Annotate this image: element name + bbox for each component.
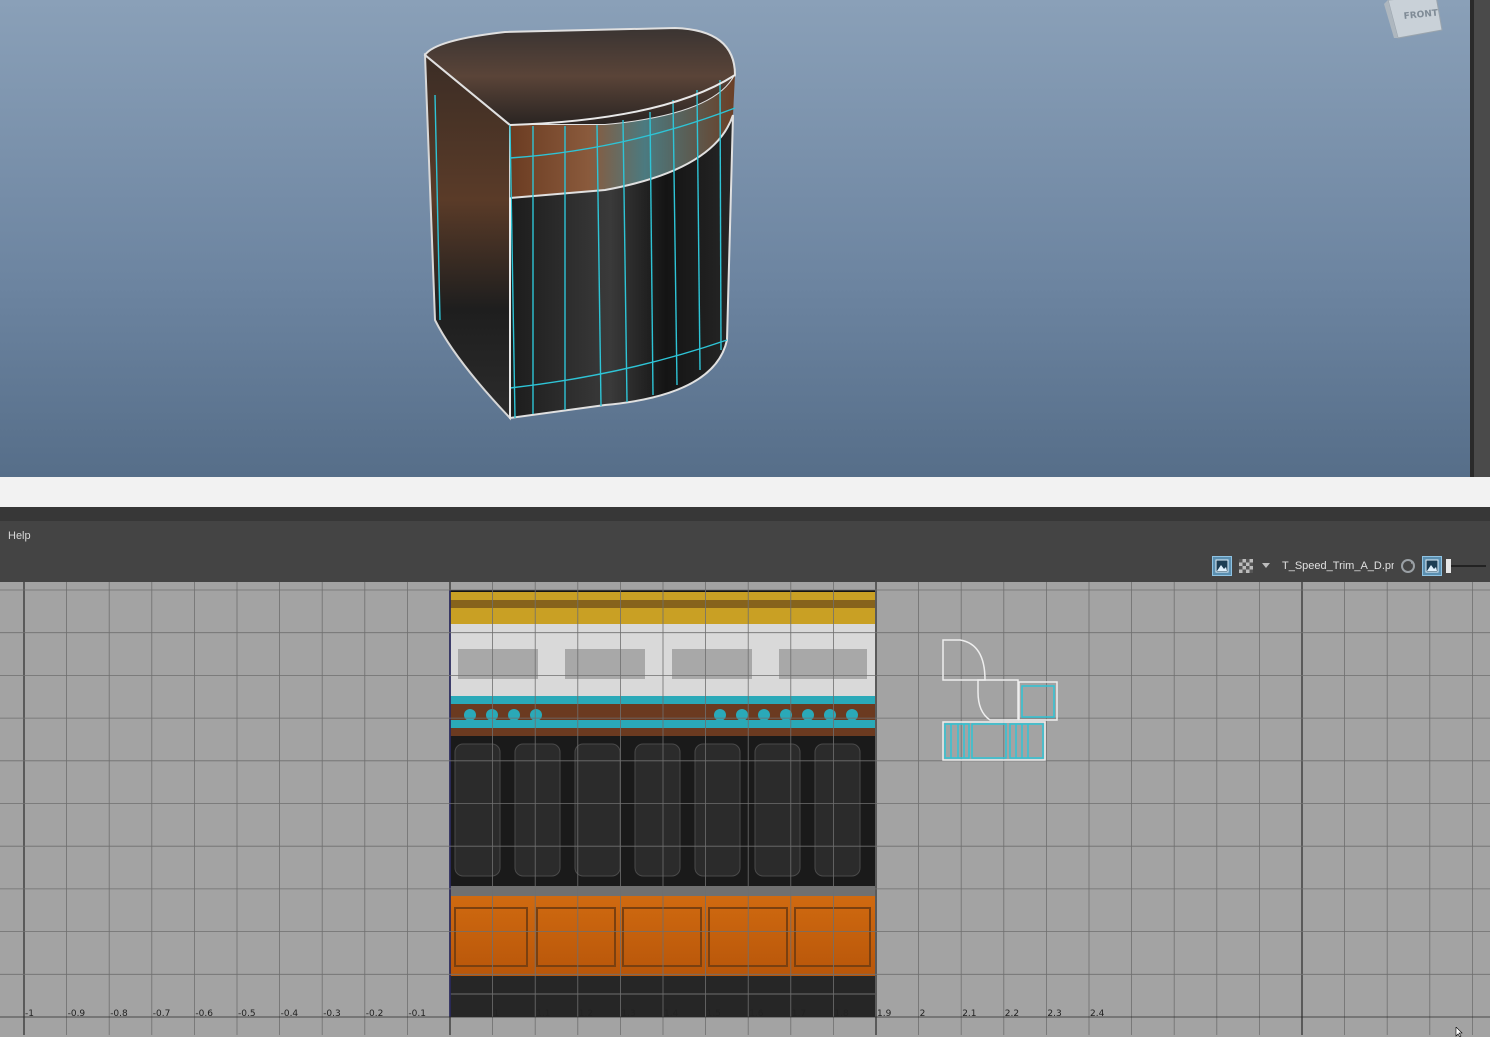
u-tick-label: 1.5: [707, 1009, 721, 1019]
uv-canvas[interactable]: -1 -0.9 -0.8 -0.7 -0.6 -0.5 -0.4 -0.3 -0.2 -0.1 1 1…: [0, 582, 1490, 1035]
textured-mesh[interactable]: [415, 20, 745, 430]
panel-splitter[interactable]: [0, 477, 1490, 507]
u-tick-label: 1.2: [579, 1009, 593, 1019]
u-tick-label: -0.5: [238, 1009, 256, 1019]
chevron-down-icon[interactable]: [1260, 556, 1272, 576]
u-tick-label: -0.9: [68, 1009, 86, 1019]
u-tick-label: -0.6: [195, 1009, 213, 1019]
viewcube[interactable]: FRONT: [1380, 0, 1450, 42]
texture-name-field[interactable]: T_Speed_Trim_A_D.png: [1276, 560, 1394, 572]
u-tick-label: 1: [494, 1009, 500, 1019]
u-tick-label: -0.4: [281, 1009, 299, 1019]
u-tick-label: -0.8: [110, 1009, 128, 1019]
u-tick-label: 1.9: [877, 1009, 892, 1019]
slider-handle[interactable]: [1446, 559, 1451, 573]
slider-rail: [1448, 565, 1486, 567]
u-tick-label: 2.1: [962, 1009, 976, 1019]
uv-shells[interactable]: [942, 639, 1058, 761]
header-strip: [0, 507, 1490, 521]
u-tick-label: 2.2: [1005, 1009, 1019, 1019]
u-tick-label: -0.3: [323, 1009, 341, 1019]
3d-viewport[interactable]: FRONT: [0, 0, 1490, 477]
u-tick-label: -0.7: [153, 1009, 171, 1019]
u-tick-label: 1.7: [792, 1009, 806, 1019]
u-tick-label: -0.2: [366, 1009, 384, 1019]
viewport-scrollbar[interactable]: [1470, 0, 1490, 477]
u-tick-label: 2.3: [1047, 1009, 1061, 1019]
u-tick-label: 2: [920, 1009, 926, 1019]
mouse-cursor-icon: [1455, 1027, 1463, 1037]
u-tick-label: 2.4: [1090, 1009, 1105, 1019]
u-tick-label: 1.3: [621, 1009, 635, 1019]
u-tick-label: -1: [25, 1009, 34, 1019]
refresh-icon[interactable]: [1398, 556, 1418, 576]
u-tick-label: 1.8: [834, 1009, 849, 1019]
uv-toolbar: T_Speed_Trim_A_D.png: [1212, 555, 1486, 577]
u-tick-label: 1.4: [664, 1009, 679, 1019]
scrollbar-track[interactable]: [1470, 0, 1474, 477]
u-tick-label: 1.6: [749, 1009, 764, 1019]
image-icon[interactable]: [1422, 556, 1442, 576]
u-tick-label: -0.1: [408, 1009, 426, 1019]
exposure-slider[interactable]: [1446, 556, 1486, 576]
image-icon[interactable]: [1212, 556, 1232, 576]
checker-icon[interactable]: [1236, 556, 1256, 576]
u-tick-label: 1.1: [536, 1009, 550, 1019]
menu-help[interactable]: Help: [8, 530, 31, 542]
